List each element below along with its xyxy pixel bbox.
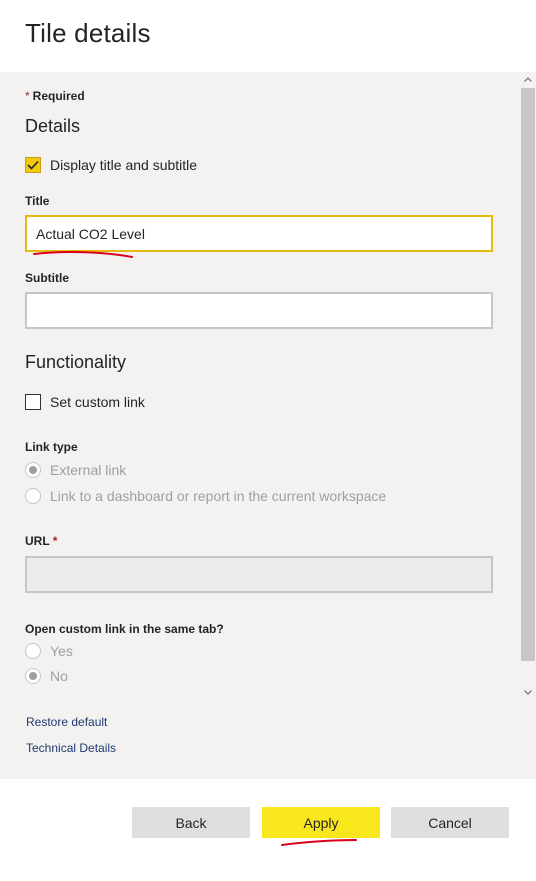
scrollbar-thumb[interactable] [521,88,535,661]
custom-link-label: Set custom link [50,394,145,410]
radio-button[interactable] [25,668,41,684]
title-label: Title [25,194,50,208]
radio-button[interactable] [25,462,41,478]
subtitle-input[interactable] [25,292,493,329]
custom-link-checkbox-row[interactable]: Set custom link [25,394,145,410]
radio-button[interactable] [25,643,41,659]
display-title-label: Display title and subtitle [50,157,198,173]
back-button[interactable]: Back [132,807,250,838]
same-tab-label: Open custom link in the same tab? [25,622,224,636]
url-label: URL * [25,534,58,548]
details-heading: Details [25,116,81,136]
vertical-scrollbar[interactable] [520,72,536,779]
restore-default-link[interactable]: Restore default [26,715,107,729]
custom-link-checkbox[interactable] [25,394,41,410]
functionality-heading: Functionality [25,352,127,372]
radio-external-link[interactable]: External link [25,462,126,478]
radio-button[interactable] [25,488,41,504]
dialog-title: Tile details [25,18,151,48]
cancel-button[interactable]: Cancel [391,807,509,838]
subtitle-label: Subtitle [25,271,69,285]
form-panel: * Required Details Display title and subt… [0,72,536,779]
radio-label-external: External link [50,462,127,478]
link-type-label: Link type [25,440,78,454]
radio-no[interactable]: No [25,668,68,684]
radio-label-no: No [50,668,68,684]
technical-details-link[interactable]: Technical Details [26,741,116,755]
required-note: * Required [25,89,85,103]
radio-dashboard-link[interactable]: Link to a dashboard or report in the cur… [25,488,386,504]
title-input[interactable]: Actual CO2 Level [25,215,493,252]
radio-yes[interactable]: Yes [25,643,73,659]
checkmark-icon [27,160,39,170]
required-star: * [52,534,58,548]
required-star: * [25,89,30,103]
scroll-up-icon[interactable] [520,72,536,86]
dialog-footer: Back Apply Cancel [0,779,536,881]
url-input[interactable] [25,556,493,593]
radio-label-dashboard: Link to a dashboard or report in the cur… [50,488,387,504]
dialog-header: Tile details [0,0,536,72]
display-title-checkbox-row[interactable]: Display title and subtitle [25,157,197,173]
display-title-checkbox[interactable] [25,157,41,173]
scroll-down-icon[interactable] [520,685,536,699]
radio-label-yes: Yes [50,643,73,659]
apply-button[interactable]: Apply [262,807,380,838]
